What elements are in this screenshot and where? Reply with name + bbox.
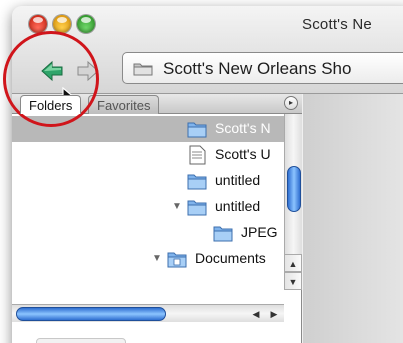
folder-icon xyxy=(213,226,233,242)
list-item-label: untitled xyxy=(215,198,261,214)
zoom-button[interactable] xyxy=(77,15,95,33)
scroll-up-arrow-icon[interactable]: ▲ xyxy=(284,254,302,272)
folder-icon xyxy=(187,174,207,190)
folder-icon xyxy=(187,200,207,216)
tab-favorites[interactable]: Favorites xyxy=(88,95,160,114)
tab-menu-icon[interactable]: ▸ xyxy=(284,96,298,110)
vertical-scroll-thumb[interactable] xyxy=(287,166,301,212)
list-item[interactable]: untitled xyxy=(12,168,284,194)
list-item-label: untitled xyxy=(215,172,261,188)
list-item[interactable]: ▼ Documents xyxy=(12,246,284,272)
back-arrow-icon[interactable] xyxy=(40,60,64,82)
scroll-left-arrow-icon[interactable]: ◀ xyxy=(248,305,264,323)
forward-arrow-icon[interactable] xyxy=(76,60,100,82)
document-icon xyxy=(189,145,206,165)
folder-list: Scott's N Scott's U untitled ▼ untitled … xyxy=(12,114,284,324)
list-item-label: Documents xyxy=(195,250,266,266)
tab-folders[interactable]: Folders xyxy=(20,95,82,114)
navigation-buttons xyxy=(28,56,116,84)
disclosure-triangle-icon[interactable]: ▼ xyxy=(172,202,182,212)
window-title: Scott's Ne xyxy=(302,16,372,33)
folder-icon xyxy=(187,122,207,138)
list-item[interactable]: JPEG xyxy=(12,220,284,246)
horizontal-scroll-thumb[interactable] xyxy=(16,307,166,321)
title-bar: Scott's Ne Scott's New Orleans Sho xyxy=(12,6,403,94)
bottom-panel-tab[interactable] xyxy=(36,338,126,343)
list-item-label: JPEG xyxy=(241,224,278,240)
minimize-button[interactable] xyxy=(53,15,71,33)
scroll-right-arrow-icon[interactable]: ▶ xyxy=(266,305,282,323)
horizontal-scrollbar[interactable]: ◀ ▶ xyxy=(12,304,284,322)
disclosure-triangle-icon[interactable]: ▼ xyxy=(152,254,162,264)
list-item[interactable]: ▼ untitled xyxy=(12,194,284,220)
list-item-label: Scott's N xyxy=(215,120,271,136)
finder-window: Scott's Ne Scott's New Orleans Sho Favor… xyxy=(12,6,403,343)
documents-folder-icon xyxy=(167,252,187,268)
folder-icon xyxy=(133,63,153,76)
sidebar-tabs: Favorites Folders ▸ xyxy=(12,94,302,114)
path-bar[interactable]: Scott's New Orleans Sho xyxy=(122,52,403,84)
scroll-down-arrow-icon[interactable]: ▼ xyxy=(284,272,302,290)
close-button[interactable] xyxy=(29,15,47,33)
path-label: Scott's New Orleans Sho xyxy=(163,59,352,78)
list-item[interactable]: Scott's N xyxy=(12,116,284,142)
content-pane xyxy=(303,94,403,343)
sidebar: Favorites Folders ▸ Scott's N Scott's U xyxy=(12,94,302,343)
list-item-label: Scott's U xyxy=(215,146,271,162)
list-item[interactable]: Scott's U xyxy=(12,142,284,168)
